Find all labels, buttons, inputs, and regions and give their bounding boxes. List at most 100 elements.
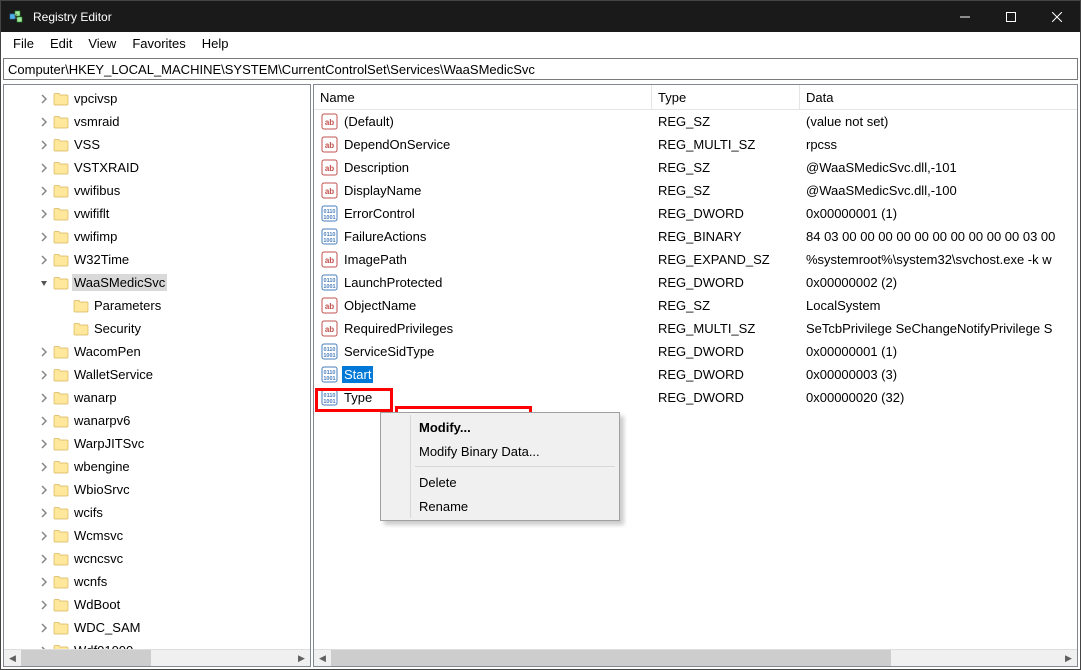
context-menu-modify-binary[interactable]: Modify Binary Data... bbox=[383, 439, 617, 463]
expand-icon[interactable] bbox=[56, 321, 72, 337]
value-row[interactable]: 01101001StartREG_DWORD0x00000003 (3) bbox=[314, 363, 1077, 386]
scroll-left-icon[interactable]: ◀ bbox=[4, 650, 21, 667]
value-row[interactable]: abDisplayNameREG_SZ@WaaSMedicSvc.dll,-10… bbox=[314, 179, 1077, 202]
expand-icon[interactable] bbox=[36, 275, 52, 291]
context-menu-modify[interactable]: Modify... bbox=[383, 415, 617, 439]
expand-icon[interactable] bbox=[36, 252, 52, 268]
tree-item[interactable]: vwifibus bbox=[4, 179, 310, 202]
scroll-left-icon[interactable]: ◀ bbox=[314, 650, 331, 667]
value-row[interactable]: abImagePathREG_EXPAND_SZ%systemroot%\sys… bbox=[314, 248, 1077, 271]
expand-icon[interactable] bbox=[36, 620, 52, 636]
tree-item[interactable]: WdBoot bbox=[4, 593, 310, 616]
expand-icon[interactable] bbox=[36, 160, 52, 176]
context-menu-rename[interactable]: Rename bbox=[383, 494, 617, 518]
folder-icon bbox=[52, 159, 70, 177]
value-name: ErrorControl bbox=[342, 205, 417, 222]
value-row[interactable]: 01101001LaunchProtectedREG_DWORD0x000000… bbox=[314, 271, 1077, 294]
maximize-button[interactable] bbox=[988, 1, 1034, 32]
column-name[interactable]: Name bbox=[314, 85, 652, 109]
minimize-button[interactable] bbox=[942, 1, 988, 32]
expand-icon[interactable] bbox=[36, 597, 52, 613]
tree-item[interactable]: WalletService bbox=[4, 363, 310, 386]
tree-item[interactable]: wanarp bbox=[4, 386, 310, 409]
tree-item[interactable]: vwifimp bbox=[4, 225, 310, 248]
address-bar[interactable]: Computer\HKEY_LOCAL_MACHINE\SYSTEM\Curre… bbox=[3, 58, 1078, 80]
expand-icon[interactable] bbox=[36, 367, 52, 383]
titlebar[interactable]: Registry Editor bbox=[1, 1, 1080, 32]
tree-item-label: WaaSMedicSvc bbox=[72, 274, 167, 291]
tree-item[interactable]: wcnfs bbox=[4, 570, 310, 593]
menu-help[interactable]: Help bbox=[194, 34, 237, 53]
value-type: REG_DWORD bbox=[652, 367, 800, 382]
tree-item[interactable]: VSS bbox=[4, 133, 310, 156]
menu-edit[interactable]: Edit bbox=[42, 34, 80, 53]
binary-value-icon: 01101001 bbox=[320, 274, 338, 292]
expand-icon[interactable] bbox=[36, 459, 52, 475]
tree-item-label: wcifs bbox=[72, 504, 105, 521]
tree-item[interactable]: vwififlt bbox=[4, 202, 310, 225]
value-row[interactable]: ab(Default)REG_SZ(value not set) bbox=[314, 110, 1077, 133]
expand-icon[interactable] bbox=[36, 344, 52, 360]
value-row[interactable]: 01101001TypeREG_DWORD0x00000020 (32) bbox=[314, 386, 1077, 409]
values-list[interactable]: ab(Default)REG_SZ(value not set)abDepend… bbox=[314, 110, 1077, 649]
expand-icon[interactable] bbox=[36, 229, 52, 245]
value-row[interactable]: 01101001FailureActionsREG_BINARY84 03 00… bbox=[314, 225, 1077, 248]
expand-icon[interactable] bbox=[36, 413, 52, 429]
key-tree[interactable]: vpcivspvsmraidVSSVSTXRAIDvwifibusvwififl… bbox=[4, 85, 310, 649]
expand-icon[interactable] bbox=[36, 137, 52, 153]
folder-icon bbox=[52, 251, 70, 269]
tree-item[interactable]: vsmraid bbox=[4, 110, 310, 133]
tree-item[interactable]: Parameters bbox=[4, 294, 310, 317]
tree-item[interactable]: Wcmsvc bbox=[4, 524, 310, 547]
tree-item[interactable]: WaaSMedicSvc bbox=[4, 271, 310, 294]
expand-icon[interactable] bbox=[56, 298, 72, 314]
tree-item[interactable]: vpcivsp bbox=[4, 87, 310, 110]
column-data[interactable]: Data bbox=[800, 85, 1077, 109]
expand-icon[interactable] bbox=[36, 505, 52, 521]
value-row[interactable]: abRequiredPrivilegesREG_MULTI_SZSeTcbPri… bbox=[314, 317, 1077, 340]
expand-icon[interactable] bbox=[36, 574, 52, 590]
expand-icon[interactable] bbox=[36, 114, 52, 130]
scroll-right-icon[interactable]: ▶ bbox=[1060, 650, 1077, 667]
scroll-right-icon[interactable]: ▶ bbox=[293, 650, 310, 667]
tree-item[interactable]: WarpJITSvc bbox=[4, 432, 310, 455]
value-row[interactable]: 01101001ErrorControlREG_DWORD0x00000001 … bbox=[314, 202, 1077, 225]
value-row[interactable]: abObjectNameREG_SZLocalSystem bbox=[314, 294, 1077, 317]
tree-item[interactable]: Security bbox=[4, 317, 310, 340]
tree-horizontal-scrollbar[interactable]: ◀ ▶ bbox=[4, 649, 310, 666]
tree-item[interactable]: wanarpv6 bbox=[4, 409, 310, 432]
menu-view[interactable]: View bbox=[80, 34, 124, 53]
tree-item[interactable]: WacomPen bbox=[4, 340, 310, 363]
tree-item[interactable]: VSTXRAID bbox=[4, 156, 310, 179]
value-row[interactable]: 01101001ServiceSidTypeREG_DWORD0x0000000… bbox=[314, 340, 1077, 363]
value-row[interactable]: abDependOnServiceREG_MULTI_SZrpcss bbox=[314, 133, 1077, 156]
expand-icon[interactable] bbox=[36, 91, 52, 107]
column-type[interactable]: Type bbox=[652, 85, 800, 109]
folder-icon bbox=[52, 642, 70, 650]
menu-favorites[interactable]: Favorites bbox=[124, 34, 193, 53]
menu-file[interactable]: File bbox=[5, 34, 42, 53]
folder-icon bbox=[52, 274, 70, 292]
list-horizontal-scrollbar[interactable]: ◀ ▶ bbox=[314, 649, 1077, 666]
expand-icon[interactable] bbox=[36, 390, 52, 406]
tree-item[interactable]: W32Time bbox=[4, 248, 310, 271]
tree-item[interactable]: wbengine bbox=[4, 455, 310, 478]
tree-item[interactable]: WDC_SAM bbox=[4, 616, 310, 639]
tree-item[interactable]: WbioSrvc bbox=[4, 478, 310, 501]
close-button[interactable] bbox=[1034, 1, 1080, 32]
value-row[interactable]: abDescriptionREG_SZ@WaaSMedicSvc.dll,-10… bbox=[314, 156, 1077, 179]
expand-icon[interactable] bbox=[36, 183, 52, 199]
folder-icon bbox=[52, 113, 70, 131]
context-menu-delete[interactable]: Delete bbox=[383, 470, 617, 494]
tree-item[interactable]: wcifs bbox=[4, 501, 310, 524]
expand-icon[interactable] bbox=[36, 436, 52, 452]
tree-item[interactable]: Wdf01000 bbox=[4, 639, 310, 649]
expand-icon[interactable] bbox=[36, 551, 52, 567]
tree-item[interactable]: wcncsvc bbox=[4, 547, 310, 570]
expand-icon[interactable] bbox=[36, 643, 52, 650]
content-area: vpcivspvsmraidVSSVSTXRAIDvwifibusvwififl… bbox=[1, 82, 1080, 669]
expand-icon[interactable] bbox=[36, 528, 52, 544]
value-type: REG_MULTI_SZ bbox=[652, 137, 800, 152]
expand-icon[interactable] bbox=[36, 482, 52, 498]
expand-icon[interactable] bbox=[36, 206, 52, 222]
